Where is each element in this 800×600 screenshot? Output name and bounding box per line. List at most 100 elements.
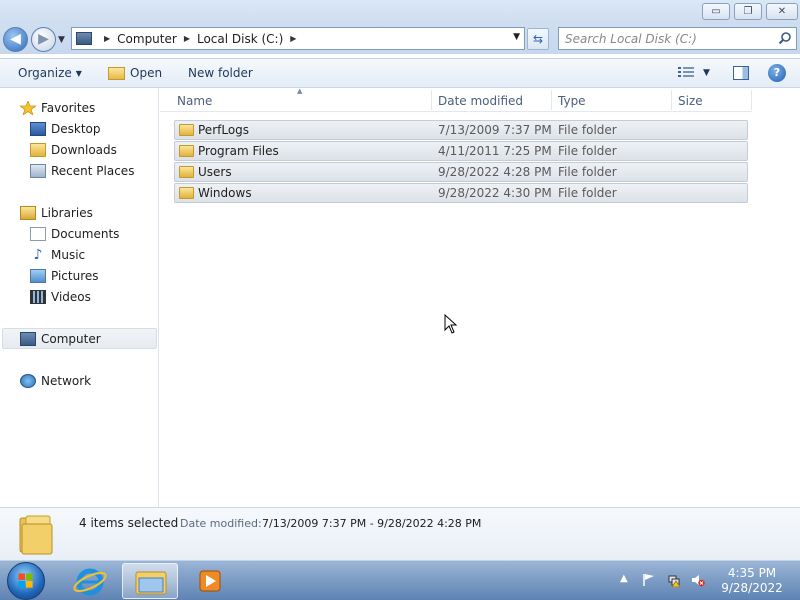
command-bar: Organize ▼ Open New folder ▼ ?	[0, 58, 800, 88]
desktop-icon	[30, 121, 46, 136]
maximize-button[interactable]: ❐	[734, 3, 762, 20]
media-player-icon	[199, 570, 221, 592]
nav-network-label: Network	[41, 373, 92, 388]
address-dropdown-icon[interactable]: ▼	[513, 32, 520, 42]
column-headers: ▲ Name Date modified Type Size	[160, 87, 752, 112]
search-icon[interactable]	[778, 31, 792, 45]
nav-item-documents[interactable]: Documents	[30, 223, 119, 244]
file-row-program-files[interactable]: Program Files 4/11/2011 7:25 PM File fol…	[174, 141, 748, 161]
nav-item-recent-places[interactable]: Recent Places	[30, 160, 134, 181]
nav-favorites[interactable]: Favorites	[20, 97, 95, 118]
folder-icon	[179, 187, 194, 199]
taskbar-internet-explorer[interactable]	[62, 563, 118, 599]
file-type: File folder	[558, 144, 617, 158]
column-divider[interactable]	[551, 90, 552, 110]
windows-logo-icon	[18, 573, 33, 588]
back-button[interactable]: ◀	[3, 27, 28, 52]
nav-item-label: Downloads	[51, 142, 117, 157]
nav-computer[interactable]: Computer	[2, 328, 157, 349]
open-label: Open	[130, 66, 163, 80]
computer-icon	[20, 331, 36, 346]
music-icon: ♪	[33, 246, 43, 263]
breadcrumb-local-disk[interactable]: Local Disk (C:)	[197, 32, 283, 46]
minimize-button[interactable]: ▭	[702, 3, 730, 20]
file-type: File folder	[558, 165, 617, 179]
column-header-size[interactable]: Size	[678, 94, 703, 108]
preview-pane-icon[interactable]	[733, 66, 749, 80]
nav-item-label: Pictures	[51, 268, 99, 283]
nav-item-music[interactable]: ♪ Music	[30, 244, 86, 265]
column-header-date-modified[interactable]: Date modified	[438, 94, 523, 108]
forward-button[interactable]: ▶	[31, 27, 56, 52]
breadcrumb-computer[interactable]: Computer	[117, 32, 177, 46]
file-date-modified: 7/13/2009 7:37 PM	[438, 123, 552, 137]
chevron-right-icon[interactable]: ▶	[184, 34, 190, 43]
nav-item-desktop[interactable]: Desktop	[30, 118, 101, 139]
nav-item-label: Recent Places	[51, 163, 135, 178]
nav-item-label: Music	[51, 247, 86, 262]
downloads-folder-icon	[30, 142, 46, 157]
documents-icon	[30, 226, 46, 241]
chevron-right-icon[interactable]: ▶	[290, 34, 296, 43]
address-row: ◀ ▶ ▼ ▶ Computer ▶ Local Disk (C:) ▶ ▼ ⇆	[0, 24, 800, 54]
open-button[interactable]: Open	[108, 66, 162, 80]
search-box[interactable]	[558, 27, 797, 50]
nav-favorites-label: Favorites	[41, 100, 96, 115]
file-row-perflogs[interactable]: PerfLogs 7/13/2009 7:37 PM File folder	[174, 120, 748, 140]
organize-label: Organize	[18, 66, 72, 80]
chevron-right-icon[interactable]: ▶	[104, 34, 110, 43]
column-header-type[interactable]: Type	[558, 94, 586, 108]
column-divider[interactable]	[671, 90, 672, 110]
system-clock[interactable]: 4:35 PM 9/28/2022	[712, 566, 792, 596]
view-options-dropdown-icon[interactable]: ▼	[703, 68, 710, 78]
title-bar: ▭ ❐ ✕	[0, 0, 800, 24]
details-pane: 4 items selected Date modified: 7/13/200…	[0, 507, 800, 560]
network-status-icon[interactable]	[667, 573, 681, 587]
address-bar[interactable]: ▶ Computer ▶ Local Disk (C:) ▶ ▼	[71, 27, 525, 50]
column-header-name[interactable]: Name	[177, 94, 212, 108]
pictures-icon	[30, 268, 46, 283]
clock-date: 9/28/2022	[721, 581, 783, 595]
refresh-button[interactable]: ⇆	[527, 28, 549, 50]
close-button[interactable]: ✕	[766, 3, 798, 20]
recent-pages-dropdown-icon[interactable]: ▼	[58, 35, 65, 45]
file-name: Users	[198, 165, 232, 179]
volume-muted-icon[interactable]	[691, 573, 705, 587]
file-row-users[interactable]: Users 9/28/2022 4:28 PM File folder	[174, 162, 748, 182]
nav-item-videos[interactable]: Videos	[30, 286, 91, 307]
taskbar-windows-explorer[interactable]	[122, 563, 178, 599]
nav-item-downloads[interactable]: Downloads	[30, 139, 117, 160]
file-type: File folder	[558, 186, 617, 200]
help-icon[interactable]: ?	[768, 64, 786, 82]
folder-icon	[135, 571, 167, 595]
start-button[interactable]	[7, 562, 45, 600]
search-input[interactable]	[559, 28, 769, 49]
sort-ascending-icon: ▲	[297, 87, 303, 95]
file-name: Windows	[198, 186, 252, 200]
change-view-icon[interactable]	[678, 66, 694, 79]
organize-button[interactable]: Organize ▼	[18, 66, 82, 80]
nav-item-pictures[interactable]: Pictures	[30, 265, 99, 286]
nav-libraries[interactable]: Libraries	[20, 202, 93, 223]
file-list-pane: ▲ Name Date modified Type Size PerfLogs …	[160, 87, 800, 507]
action-center-flag-icon[interactable]	[642, 573, 656, 587]
file-type: File folder	[558, 123, 617, 137]
file-date-modified: 9/28/2022 4:28 PM	[438, 165, 552, 179]
file-row-windows[interactable]: Windows 9/28/2022 4:30 PM File folder	[174, 183, 748, 203]
internet-explorer-icon	[73, 568, 107, 596]
new-folder-label: New folder	[188, 66, 253, 80]
new-folder-button[interactable]: New folder	[188, 66, 253, 80]
column-divider[interactable]	[431, 90, 432, 110]
file-date-modified: 9/28/2022 4:30 PM	[438, 186, 552, 200]
nav-libraries-label: Libraries	[41, 205, 93, 220]
folder-icon	[179, 166, 194, 178]
videos-icon	[30, 289, 46, 304]
column-divider[interactable]	[751, 90, 752, 110]
clock-time: 4:35 PM	[727, 566, 777, 580]
mouse-cursor-icon	[444, 314, 458, 334]
folder-stack-icon	[19, 515, 53, 555]
nav-network[interactable]: Network	[20, 370, 91, 391]
show-hidden-icons-button[interactable]: ▲	[620, 573, 628, 584]
chevron-down-icon: ▼	[75, 68, 82, 78]
taskbar-media-player[interactable]	[182, 563, 238, 599]
